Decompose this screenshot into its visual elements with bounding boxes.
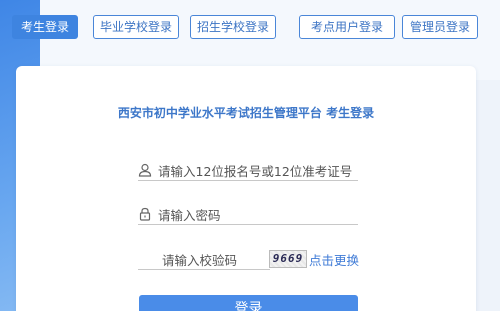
captcha-image[interactable]: 9669 xyxy=(269,250,307,268)
captcha-underline xyxy=(138,269,270,270)
login-type-tabs: 考生登录 毕业学校登录 招生学校登录 考点用户登录 管理员登录 xyxy=(12,15,488,39)
refresh-captcha-link[interactable]: 点击更换 xyxy=(309,250,359,269)
captcha-input[interactable]: 请输入校验码 xyxy=(162,250,237,269)
password-input[interactable]: 请输入密码 xyxy=(138,204,358,225)
captcha-row: 请输入校验码 9669 点击更换 xyxy=(138,247,359,271)
tab-enrollment-school-login[interactable]: 招生学校登录 xyxy=(190,15,276,39)
user-icon xyxy=(138,162,152,177)
tab-student-login[interactable]: 考生登录 xyxy=(12,15,78,39)
password-input-placeholder: 请输入密码 xyxy=(158,208,221,223)
tab-graduation-school-login[interactable]: 毕业学校登录 xyxy=(93,15,179,39)
login-button[interactable]: 登录 xyxy=(139,295,358,311)
login-title: 西安市初中学业水平考试招生管理平台 考生登录 xyxy=(117,106,375,120)
tab-admin-login[interactable]: 管理员登录 xyxy=(402,15,478,39)
tab-exam-site-login[interactable]: 考点用户登录 xyxy=(299,15,395,39)
id-input[interactable]: 请输入12位报名号或12位准考证号 xyxy=(138,160,358,181)
lock-icon xyxy=(138,206,152,221)
id-input-placeholder: 请输入12位报名号或12位准考证号 xyxy=(158,164,353,179)
login-card: 西安市初中学业水平考试招生管理平台 考生登录 请输入12位报名号或12位准考证号… xyxy=(16,66,476,311)
